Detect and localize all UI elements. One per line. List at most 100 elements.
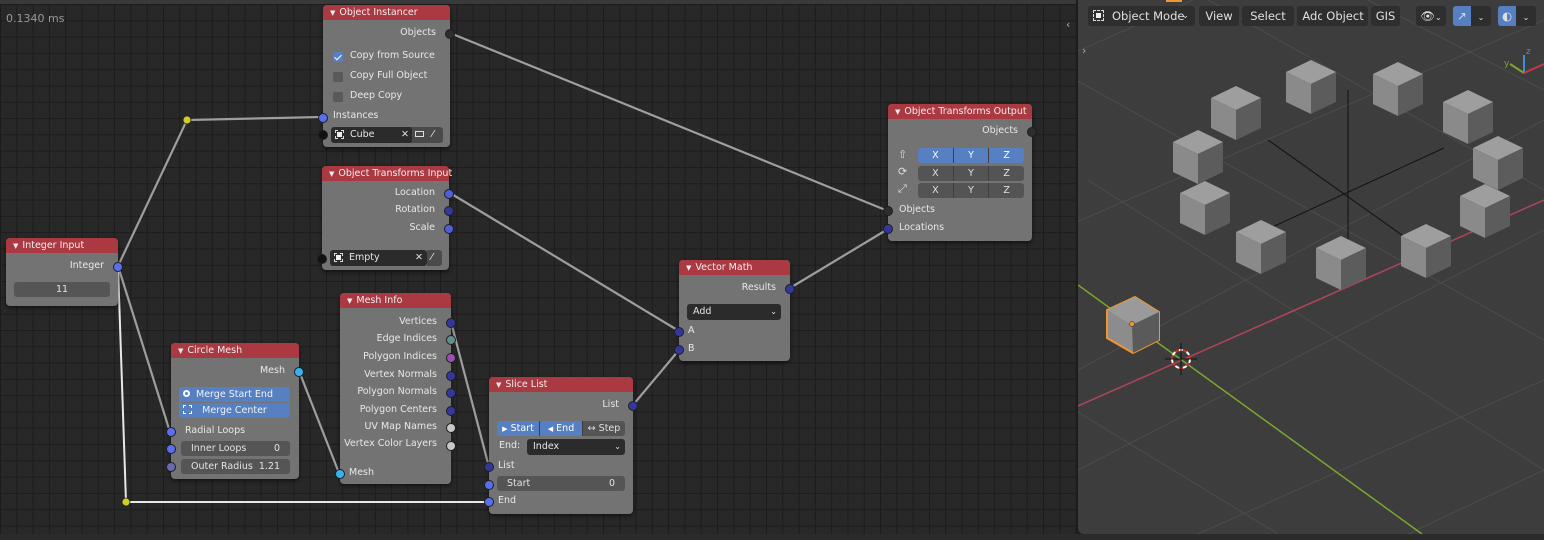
socket-output-integer[interactable] [113,262,123,272]
visibility-dropdown[interactable]: 👁⌄ [1416,6,1446,26]
menu-object[interactable]: Object [1322,6,1368,26]
location-x-toggle[interactable]: X [918,148,954,163]
gizmo-toggle[interactable]: ↗ [1453,6,1471,26]
node-slice-list[interactable]: ▼ Slice List List ▶ Start ◀ End ↔ Step En… [484,377,638,514]
scale-axes[interactable]: X Y Z [918,183,1024,198]
mode-step-button[interactable]: ↔ Step [583,421,625,436]
socket-input-instances[interactable] [318,113,328,123]
mode-end-button[interactable]: ◀ End [540,421,583,436]
inner-loops-field[interactable]: Inner Loops 0 [181,441,290,456]
operation-select[interactable]: Add ⌄ [687,304,781,320]
copy-from-source-checkbox[interactable] [333,52,343,62]
scale-y-toggle[interactable]: Y [953,183,990,198]
node-integer-input[interactable]: ▼ Integer Input Integer 11 [6,238,123,306]
node-object-instancer[interactable]: ▼ Object Instancer Objects Copy from Sour… [318,5,455,147]
overlays-toggle[interactable]: ◐ [1498,6,1516,26]
socket-input-outer-radius[interactable] [166,462,176,472]
socket-output-polygon-centers[interactable] [446,406,456,416]
collapse-triangle-icon[interactable]: ▼ [686,264,691,272]
merge-center-toggle[interactable]: Merge Center [179,403,290,418]
socket-output-results[interactable] [785,284,795,294]
socket-input-list[interactable] [484,462,494,472]
eyedropper-button[interactable]: ⁄ [427,250,442,266]
socket-input-a[interactable] [674,327,684,337]
socket-output-vertex-normals[interactable] [446,371,456,381]
copy-full-object-checkbox[interactable] [333,72,343,82]
socket-input-inner-loops[interactable] [166,444,176,454]
socket-output-polygon-indices[interactable] [446,353,456,363]
object-field-cube[interactable]: Cube ✕ [331,127,413,143]
location-y-toggle[interactable]: Y [953,148,990,163]
object-mode-select[interactable]: Object Mode ⌄ [1088,6,1195,26]
collapse-triangle-icon[interactable]: ▼ [347,297,352,305]
node-header[interactable]: ▼ Object Transforms Output [888,104,1032,119]
collapse-triangle-icon[interactable]: ▼ [330,9,335,17]
deep-copy-checkbox[interactable] [333,92,343,102]
socket-input-locations[interactable] [883,224,893,234]
collapse-triangle-icon[interactable]: ▼ [13,242,18,250]
end-mode-select[interactable]: Index ⌄ [527,439,625,455]
socket-output-edge-indices[interactable] [446,335,456,345]
node-header[interactable]: ▼ Integer Input [6,238,118,253]
socket-output-mesh[interactable] [294,367,304,377]
socket-output-scale[interactable] [444,224,454,234]
menu-gis[interactable]: GIS [1371,6,1400,26]
socket-input-object[interactable] [317,254,327,264]
socket-input-end[interactable] [484,497,494,507]
menu-select[interactable]: Select [1242,6,1294,26]
rotation-axes[interactable]: X Y Z [918,166,1024,181]
rotation-z-toggle[interactable]: Z [989,166,1024,181]
collapse-triangle-icon[interactable]: ▼ [329,170,334,178]
mode-start-button[interactable]: ▶ Start [497,421,540,436]
scale-z-toggle[interactable]: Z [989,183,1024,198]
collapse-triangle-icon[interactable]: ▼ [496,381,501,389]
node-header[interactable]: ▼ Vector Math [679,260,790,275]
rotation-x-toggle[interactable]: X [918,166,954,181]
location-z-toggle[interactable]: Z [989,148,1024,163]
gizmo-dropdown[interactable]: ⌄ [1471,6,1491,26]
display-toggle-button[interactable] [412,127,428,143]
socket-input-radial-loops[interactable] [166,427,176,437]
clear-icon[interactable]: ✕ [401,127,409,143]
node-object-transforms-input[interactable]: ▼ Object Transforms Input Location Rotati… [317,166,454,270]
socket-output-objects[interactable] [1027,127,1037,137]
socket-input-b[interactable] [674,345,684,355]
integer-value-field[interactable]: 11 [14,282,110,297]
clear-icon[interactable]: ✕ [415,250,423,266]
node-header[interactable]: ▼ Slice List [489,377,633,392]
3d-viewport[interactable]: z y Object Mode ⌄ View Select Add Object… [1078,0,1544,534]
socket-output-uv-map-names[interactable] [446,423,456,433]
node-header[interactable]: ▼ Object Transforms Input [322,166,452,181]
node-header[interactable]: ▼ Object Instancer [323,5,450,20]
socket-input-start[interactable] [484,480,494,490]
start-field[interactable]: Start 0 [497,476,625,491]
overlays-dropdown[interactable]: ⌄ [1516,6,1536,26]
node-header[interactable]: ▼ Circle Mesh [171,343,299,358]
node-vector-math[interactable]: ▼ Vector Math Results Add ⌄ A B [674,260,795,361]
socket-output-rotation[interactable] [444,206,454,216]
outer-radius-field[interactable]: Outer Radius 1.21 [181,459,290,474]
socket-input-objects[interactable] [883,206,893,216]
location-axes[interactable]: X Y Z [918,148,1024,163]
menu-view[interactable]: View [1199,6,1239,26]
scale-x-toggle[interactable]: X [918,183,954,198]
socket-input-mesh[interactable] [335,469,345,479]
socket-output-list[interactable] [628,401,638,411]
rotation-y-toggle[interactable]: Y [953,166,990,181]
socket-output-location[interactable] [444,189,454,199]
eyedropper-button[interactable]: ⁄ [428,127,443,143]
node-circle-mesh[interactable]: ▼ Circle Mesh Mesh Merge Start End Merge … [166,343,304,479]
socket-output-vertex-color-layers[interactable] [446,441,456,451]
node-mesh-info[interactable]: ▼ Mesh Info Vertices Edge Indices Polygon… [335,293,456,484]
node-editor[interactable]: 0.1340 ms ▼ Object Instancer Objects Copy… [0,0,1076,534]
collapse-triangle-icon[interactable]: ▼ [895,108,900,116]
sidebar-toggle-arrow-icon[interactable]: ‹ [1066,18,1070,31]
socket-output-vertices[interactable] [446,318,456,328]
merge-start-end-toggle[interactable]: Merge Start End [179,387,290,402]
node-object-transforms-output[interactable]: ▼ Object Transforms Output Objects ⇧ X Y … [883,104,1037,241]
collapse-triangle-icon[interactable]: ▼ [178,347,183,355]
object-field-empty[interactable]: Empty ✕ [330,250,427,266]
node-header[interactable]: ▼ Mesh Info [340,293,451,308]
socket-input-object[interactable] [318,130,328,140]
socket-output-polygon-normals[interactable] [446,388,456,398]
